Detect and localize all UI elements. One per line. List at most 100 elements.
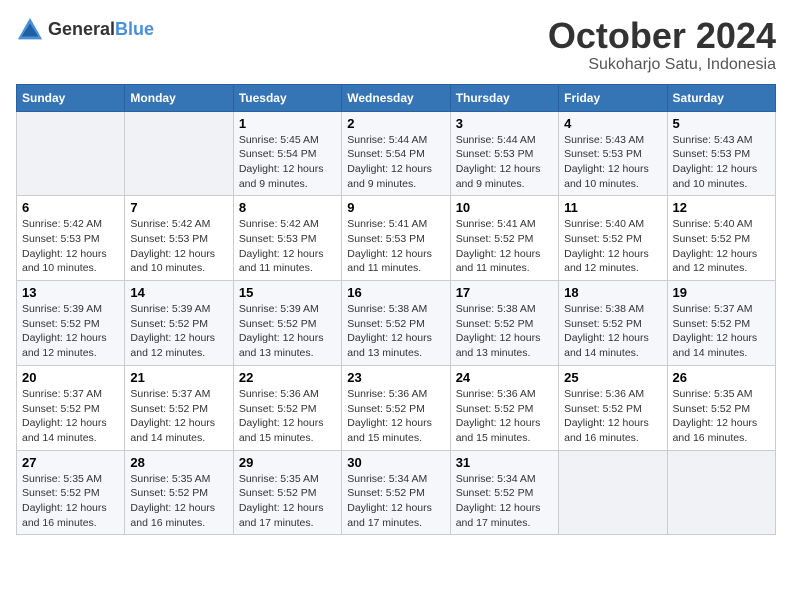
calendar-week-3: 13 Sunrise: 5:39 AM Sunset: 5:52 PM Dayli… bbox=[17, 281, 776, 366]
day-info: Sunrise: 5:42 AM Sunset: 5:53 PM Dayligh… bbox=[22, 218, 107, 274]
calendar-cell: 5 Sunrise: 5:43 AM Sunset: 5:53 PM Daylig… bbox=[667, 111, 775, 196]
calendar-cell: 10Sunrise: 5:41 AM Sunset: 5:52 PM Dayli… bbox=[450, 196, 558, 281]
calendar-body: 1 Sunrise: 5:45 AM Sunset: 5:54 PM Daylig… bbox=[17, 111, 776, 535]
day-number: 8 bbox=[239, 200, 336, 215]
day-info: Sunrise: 5:39 AM Sunset: 5:52 PM Dayligh… bbox=[239, 303, 324, 359]
day-info: Sunrise: 5:37 AM Sunset: 5:52 PM Dayligh… bbox=[673, 303, 758, 359]
calendar-cell: 26 Sunrise: 5:35 AM Sunset: 5:52 PM Dayli… bbox=[667, 365, 775, 450]
day-info: Sunrise: 5:38 AM Sunset: 5:52 PM Dayligh… bbox=[456, 303, 541, 359]
day-info: Sunrise: 5:37 AM Sunset: 5:52 PM Dayligh… bbox=[130, 388, 215, 444]
calendar-cell: 19 Sunrise: 5:37 AM Sunset: 5:52 PM Dayli… bbox=[667, 281, 775, 366]
calendar-cell: 25 Sunrise: 5:36 AM Sunset: 5:52 PM Dayli… bbox=[559, 365, 667, 450]
day-number: 15 bbox=[239, 285, 336, 300]
weekday-header-tuesday: Tuesday bbox=[233, 84, 341, 111]
day-number: 27 bbox=[22, 455, 119, 470]
day-number: 4 bbox=[564, 116, 661, 131]
day-number: 6 bbox=[22, 200, 119, 215]
weekday-header-saturday: Saturday bbox=[667, 84, 775, 111]
day-info: Sunrise: 5:36 AM Sunset: 5:52 PM Dayligh… bbox=[564, 388, 649, 444]
day-info: Sunrise: 5:38 AM Sunset: 5:52 PM Dayligh… bbox=[347, 303, 432, 359]
day-number: 5 bbox=[673, 116, 770, 131]
calendar-cell: 29Sunrise: 5:35 AM Sunset: 5:52 PM Dayli… bbox=[233, 450, 341, 535]
weekday-header-sunday: Sunday bbox=[17, 84, 125, 111]
day-info: Sunrise: 5:40 AM Sunset: 5:52 PM Dayligh… bbox=[673, 218, 758, 274]
day-info: Sunrise: 5:44 AM Sunset: 5:53 PM Dayligh… bbox=[456, 134, 541, 190]
day-number: 11 bbox=[564, 200, 661, 215]
calendar-cell: 18 Sunrise: 5:38 AM Sunset: 5:52 PM Dayli… bbox=[559, 281, 667, 366]
day-number: 16 bbox=[347, 285, 444, 300]
day-info: Sunrise: 5:39 AM Sunset: 5:52 PM Dayligh… bbox=[22, 303, 107, 359]
logo-general-text: General bbox=[48, 19, 115, 39]
calendar-cell: 1 Sunrise: 5:45 AM Sunset: 5:54 PM Daylig… bbox=[233, 111, 341, 196]
day-number: 30 bbox=[347, 455, 444, 470]
day-number: 14 bbox=[130, 285, 227, 300]
day-info: Sunrise: 5:38 AM Sunset: 5:52 PM Dayligh… bbox=[564, 303, 649, 359]
day-info: Sunrise: 5:42 AM Sunset: 5:53 PM Dayligh… bbox=[130, 218, 215, 274]
calendar-cell: 24Sunrise: 5:36 AM Sunset: 5:52 PM Dayli… bbox=[450, 365, 558, 450]
weekday-header-monday: Monday bbox=[125, 84, 233, 111]
day-number: 9 bbox=[347, 200, 444, 215]
day-info: Sunrise: 5:40 AM Sunset: 5:52 PM Dayligh… bbox=[564, 218, 649, 274]
day-number: 7 bbox=[130, 200, 227, 215]
day-number: 26 bbox=[673, 370, 770, 385]
calendar-cell: 17 Sunrise: 5:38 AM Sunset: 5:52 PM Dayli… bbox=[450, 281, 558, 366]
day-info: Sunrise: 5:36 AM Sunset: 5:52 PM Dayligh… bbox=[239, 388, 324, 444]
calendar-cell: 12 Sunrise: 5:40 AM Sunset: 5:52 PM Dayli… bbox=[667, 196, 775, 281]
calendar-table: SundayMondayTuesdayWednesdayThursdayFrid… bbox=[16, 84, 776, 536]
calendar-cell: 11 Sunrise: 5:40 AM Sunset: 5:52 PM Dayli… bbox=[559, 196, 667, 281]
calendar-cell: 22 Sunrise: 5:36 AM Sunset: 5:52 PM Dayli… bbox=[233, 365, 341, 450]
day-number: 28 bbox=[130, 455, 227, 470]
calendar-cell: 21 Sunrise: 5:37 AM Sunset: 5:52 PM Dayli… bbox=[125, 365, 233, 450]
calendar-cell: 23Sunrise: 5:36 AM Sunset: 5:52 PM Dayli… bbox=[342, 365, 450, 450]
day-info: Sunrise: 5:45 AM Sunset: 5:54 PM Dayligh… bbox=[239, 134, 324, 190]
day-number: 13 bbox=[22, 285, 119, 300]
day-number: 25 bbox=[564, 370, 661, 385]
calendar-cell: 8 Sunrise: 5:42 AM Sunset: 5:53 PM Daylig… bbox=[233, 196, 341, 281]
calendar-cell bbox=[559, 450, 667, 535]
calendar-cell: 15 Sunrise: 5:39 AM Sunset: 5:52 PM Dayli… bbox=[233, 281, 341, 366]
day-number: 19 bbox=[673, 285, 770, 300]
day-info: Sunrise: 5:43 AM Sunset: 5:53 PM Dayligh… bbox=[564, 134, 649, 190]
day-info: Sunrise: 5:35 AM Sunset: 5:52 PM Dayligh… bbox=[673, 388, 758, 444]
calendar-cell: 14Sunrise: 5:39 AM Sunset: 5:52 PM Dayli… bbox=[125, 281, 233, 366]
weekday-header-wednesday: Wednesday bbox=[342, 84, 450, 111]
day-number: 2 bbox=[347, 116, 444, 131]
day-info: Sunrise: 5:42 AM Sunset: 5:53 PM Dayligh… bbox=[239, 218, 324, 274]
calendar-week-1: 1 Sunrise: 5:45 AM Sunset: 5:54 PM Daylig… bbox=[17, 111, 776, 196]
calendar-cell: 4 Sunrise: 5:43 AM Sunset: 5:53 PM Daylig… bbox=[559, 111, 667, 196]
day-number: 21 bbox=[130, 370, 227, 385]
title-area: October 2024 Sukoharjo Satu, Indonesia bbox=[548, 16, 776, 74]
calendar-week-2: 6 Sunrise: 5:42 AM Sunset: 5:53 PM Daylig… bbox=[17, 196, 776, 281]
day-number: 31 bbox=[456, 455, 553, 470]
logo-blue-text: Blue bbox=[115, 19, 154, 39]
day-info: Sunrise: 5:37 AM Sunset: 5:52 PM Dayligh… bbox=[22, 388, 107, 444]
day-number: 20 bbox=[22, 370, 119, 385]
day-number: 29 bbox=[239, 455, 336, 470]
logo-icon bbox=[16, 16, 44, 44]
day-number: 18 bbox=[564, 285, 661, 300]
weekday-header-friday: Friday bbox=[559, 84, 667, 111]
weekday-header-thursday: Thursday bbox=[450, 84, 558, 111]
day-number: 1 bbox=[239, 116, 336, 131]
calendar-cell: 9Sunrise: 5:41 AM Sunset: 5:53 PM Daylig… bbox=[342, 196, 450, 281]
calendar-cell: 28 Sunrise: 5:35 AM Sunset: 5:52 PM Dayli… bbox=[125, 450, 233, 535]
calendar-week-4: 20 Sunrise: 5:37 AM Sunset: 5:52 PM Dayli… bbox=[17, 365, 776, 450]
day-number: 24 bbox=[456, 370, 553, 385]
day-number: 12 bbox=[673, 200, 770, 215]
weekday-header-row: SundayMondayTuesdayWednesdayThursdayFrid… bbox=[17, 84, 776, 111]
logo: GeneralBlue bbox=[16, 16, 154, 44]
day-info: Sunrise: 5:35 AM Sunset: 5:52 PM Dayligh… bbox=[130, 473, 215, 529]
day-info: Sunrise: 5:35 AM Sunset: 5:52 PM Dayligh… bbox=[22, 473, 107, 529]
calendar-cell: 3Sunrise: 5:44 AM Sunset: 5:53 PM Daylig… bbox=[450, 111, 558, 196]
location-subtitle: Sukoharjo Satu, Indonesia bbox=[548, 56, 776, 74]
day-number: 10 bbox=[456, 200, 553, 215]
calendar-cell: 2 Sunrise: 5:44 AM Sunset: 5:54 PM Daylig… bbox=[342, 111, 450, 196]
day-info: Sunrise: 5:34 AM Sunset: 5:52 PM Dayligh… bbox=[347, 473, 432, 529]
day-info: Sunrise: 5:43 AM Sunset: 5:53 PM Dayligh… bbox=[673, 134, 758, 190]
day-number: 22 bbox=[239, 370, 336, 385]
day-info: Sunrise: 5:44 AM Sunset: 5:54 PM Dayligh… bbox=[347, 134, 432, 190]
calendar-cell: 30 Sunrise: 5:34 AM Sunset: 5:52 PM Dayli… bbox=[342, 450, 450, 535]
calendar-cell: 16 Sunrise: 5:38 AM Sunset: 5:52 PM Dayli… bbox=[342, 281, 450, 366]
day-number: 17 bbox=[456, 285, 553, 300]
calendar-cell: 13 Sunrise: 5:39 AM Sunset: 5:52 PM Dayli… bbox=[17, 281, 125, 366]
